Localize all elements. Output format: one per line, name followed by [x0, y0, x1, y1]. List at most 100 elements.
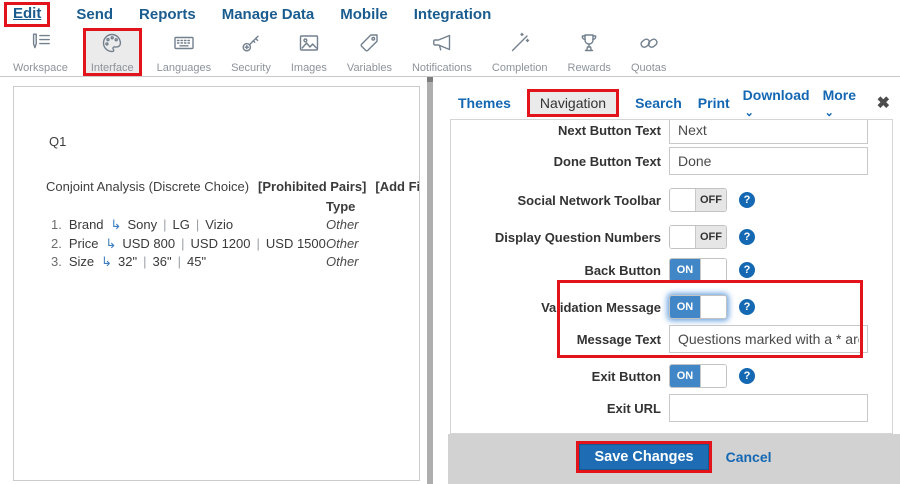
question-code: Q1	[49, 134, 66, 149]
form-row: Next Button Text	[451, 119, 854, 144]
form-row: Validation Message ON ?	[451, 293, 854, 321]
help-icon[interactable]: ?	[739, 368, 755, 384]
option-separator: |	[251, 236, 266, 251]
toolbar-item-label: Quotas	[631, 62, 666, 74]
back-button-toggle[interactable]: ON	[669, 258, 727, 282]
option-value: Vizio	[205, 217, 233, 232]
nav-reports[interactable]: Reports	[139, 6, 196, 23]
nav-edit[interactable]: Edit	[13, 5, 41, 22]
toggle-knob	[700, 296, 726, 318]
save-highlight-box: Save Changes	[576, 441, 711, 473]
toolbar-item-label: Completion	[492, 62, 548, 74]
exit-button-toggle[interactable]: ON	[669, 364, 727, 388]
row-number: 1.	[51, 217, 62, 232]
message-text-input[interactable]	[669, 325, 868, 353]
done-button-text-input[interactable]	[669, 147, 868, 175]
question-title[interactable]: Conjoint Analysis (Discrete Choice)	[46, 179, 249, 194]
toolbar-item-workspace[interactable]: Workspace	[8, 28, 73, 76]
option-value: 45"	[187, 254, 206, 269]
palette-icon	[100, 31, 124, 60]
print-link[interactable]: Print	[698, 95, 730, 111]
question-header: Conjoint Analysis (Discrete Choice) [Proh…	[46, 179, 420, 194]
option-value: USD 1500	[266, 236, 326, 251]
toolbar-item-completion[interactable]: Completion	[487, 28, 553, 76]
nav-manage-data[interactable]: Manage Data	[222, 6, 315, 23]
attribute-name: Size	[69, 254, 94, 269]
field-label: Done Button Text	[451, 154, 661, 169]
attribute-type: Other	[326, 217, 359, 232]
save-changes-button[interactable]: Save Changes	[579, 444, 708, 470]
keyboard-icon	[172, 31, 196, 60]
validation-message-toggle[interactable]: ON	[669, 295, 727, 319]
field-label: Exit Button	[451, 369, 661, 384]
toolbar-item-interface[interactable]: Interface	[83, 28, 142, 76]
option-value: 32"	[118, 254, 137, 269]
chevron-down-icon: ⌄	[745, 107, 754, 119]
toolbar-item-variables[interactable]: Variables	[342, 28, 397, 76]
branch-arrow-icon: ↳	[105, 236, 116, 251]
toolbar-item-label: Images	[291, 62, 327, 74]
field-label: Social Network Toolbar	[451, 193, 661, 208]
panel-actions: Print Download ⌄ More ⌄ ✖	[698, 87, 890, 119]
form-row: Message Text	[451, 325, 854, 353]
toolbar-item-quotas[interactable]: Quotas	[626, 28, 671, 76]
option-separator: |	[137, 254, 152, 269]
tab-navigation[interactable]: Navigation	[527, 89, 619, 117]
megaphone-icon	[430, 31, 454, 60]
chain-icon	[637, 31, 661, 60]
settings-tabbar: Themes Navigation Search Print Download …	[458, 89, 890, 117]
toolbar-item-label: Workspace	[13, 62, 68, 74]
attribute-type: Other	[326, 236, 359, 251]
more-dropdown[interactable]: More ⌄	[823, 87, 858, 119]
option-separator: |	[190, 217, 205, 232]
social-network-toolbar-toggle[interactable]: OFF	[669, 188, 727, 212]
toggle-knob	[700, 259, 726, 281]
field-label: Validation Message	[451, 300, 661, 315]
close-icon[interactable]: ✖	[877, 93, 890, 113]
form-row: Done Button Text	[451, 147, 854, 175]
toggle-knob	[670, 226, 696, 248]
survey-preview-panel: Q1 Conjoint Analysis (Discrete Choice) [P…	[13, 86, 420, 481]
toolbar-item-label: Security	[231, 62, 271, 74]
row-number: 2.	[51, 236, 62, 251]
trophy-icon	[577, 31, 601, 60]
display-question-numbers-toggle[interactable]: OFF	[669, 225, 727, 249]
top-nav: Edit Send Reports Manage Data Mobile Int…	[0, 0, 900, 28]
toolbar-item-label: Variables	[347, 62, 392, 74]
toolbar-item-rewards[interactable]: Rewards	[563, 28, 616, 76]
toolbar-item-images[interactable]: Images	[286, 28, 332, 76]
app-window: Edit Send Reports Manage Data Mobile Int…	[0, 0, 900, 484]
prohibited-pairs-link[interactable]: [Prohibited Pairs]	[258, 179, 366, 194]
add-fixed-tasks-link[interactable]: [Add Fixed Tasks	[375, 179, 420, 194]
toolbar-item-label: Rewards	[568, 62, 611, 74]
toolbar-item-notifications[interactable]: Notifications	[407, 28, 477, 76]
pen-list-icon	[28, 31, 52, 60]
cancel-button[interactable]: Cancel	[726, 449, 772, 465]
toggle-knob	[670, 189, 696, 211]
tab-search[interactable]: Search	[635, 95, 682, 111]
toolbar-item-languages[interactable]: Languages	[152, 28, 216, 76]
tab-themes[interactable]: Themes	[458, 95, 511, 111]
toolbar-item-security[interactable]: Security	[226, 28, 276, 76]
download-dropdown[interactable]: Download ⌄	[743, 87, 810, 119]
help-icon[interactable]: ?	[739, 299, 755, 315]
attribute-row: 2.Price↳USD 800|USD 1200|USD 1500 Other	[51, 236, 419, 255]
attribute-name: Price	[69, 236, 99, 251]
form-row: Exit Button ON ?	[451, 362, 854, 390]
field-label: Back Button	[451, 263, 661, 278]
option-value: 36"	[153, 254, 172, 269]
option-separator: |	[172, 254, 187, 269]
option-value: USD 1200	[191, 236, 251, 251]
tag-icon	[357, 31, 381, 60]
next-button-text-input[interactable]	[669, 119, 868, 144]
field-label: Display Question Numbers	[451, 230, 661, 245]
attribute-type: Other	[326, 254, 359, 269]
help-icon[interactable]: ?	[739, 192, 755, 208]
help-icon[interactable]: ?	[739, 229, 755, 245]
nav-integration[interactable]: Integration	[414, 6, 492, 23]
exit-url-input[interactable]	[669, 394, 868, 422]
help-icon[interactable]: ?	[739, 262, 755, 278]
nav-mobile[interactable]: Mobile	[340, 6, 388, 23]
nav-send[interactable]: Send	[76, 6, 113, 23]
branch-arrow-icon: ↳	[111, 217, 122, 232]
